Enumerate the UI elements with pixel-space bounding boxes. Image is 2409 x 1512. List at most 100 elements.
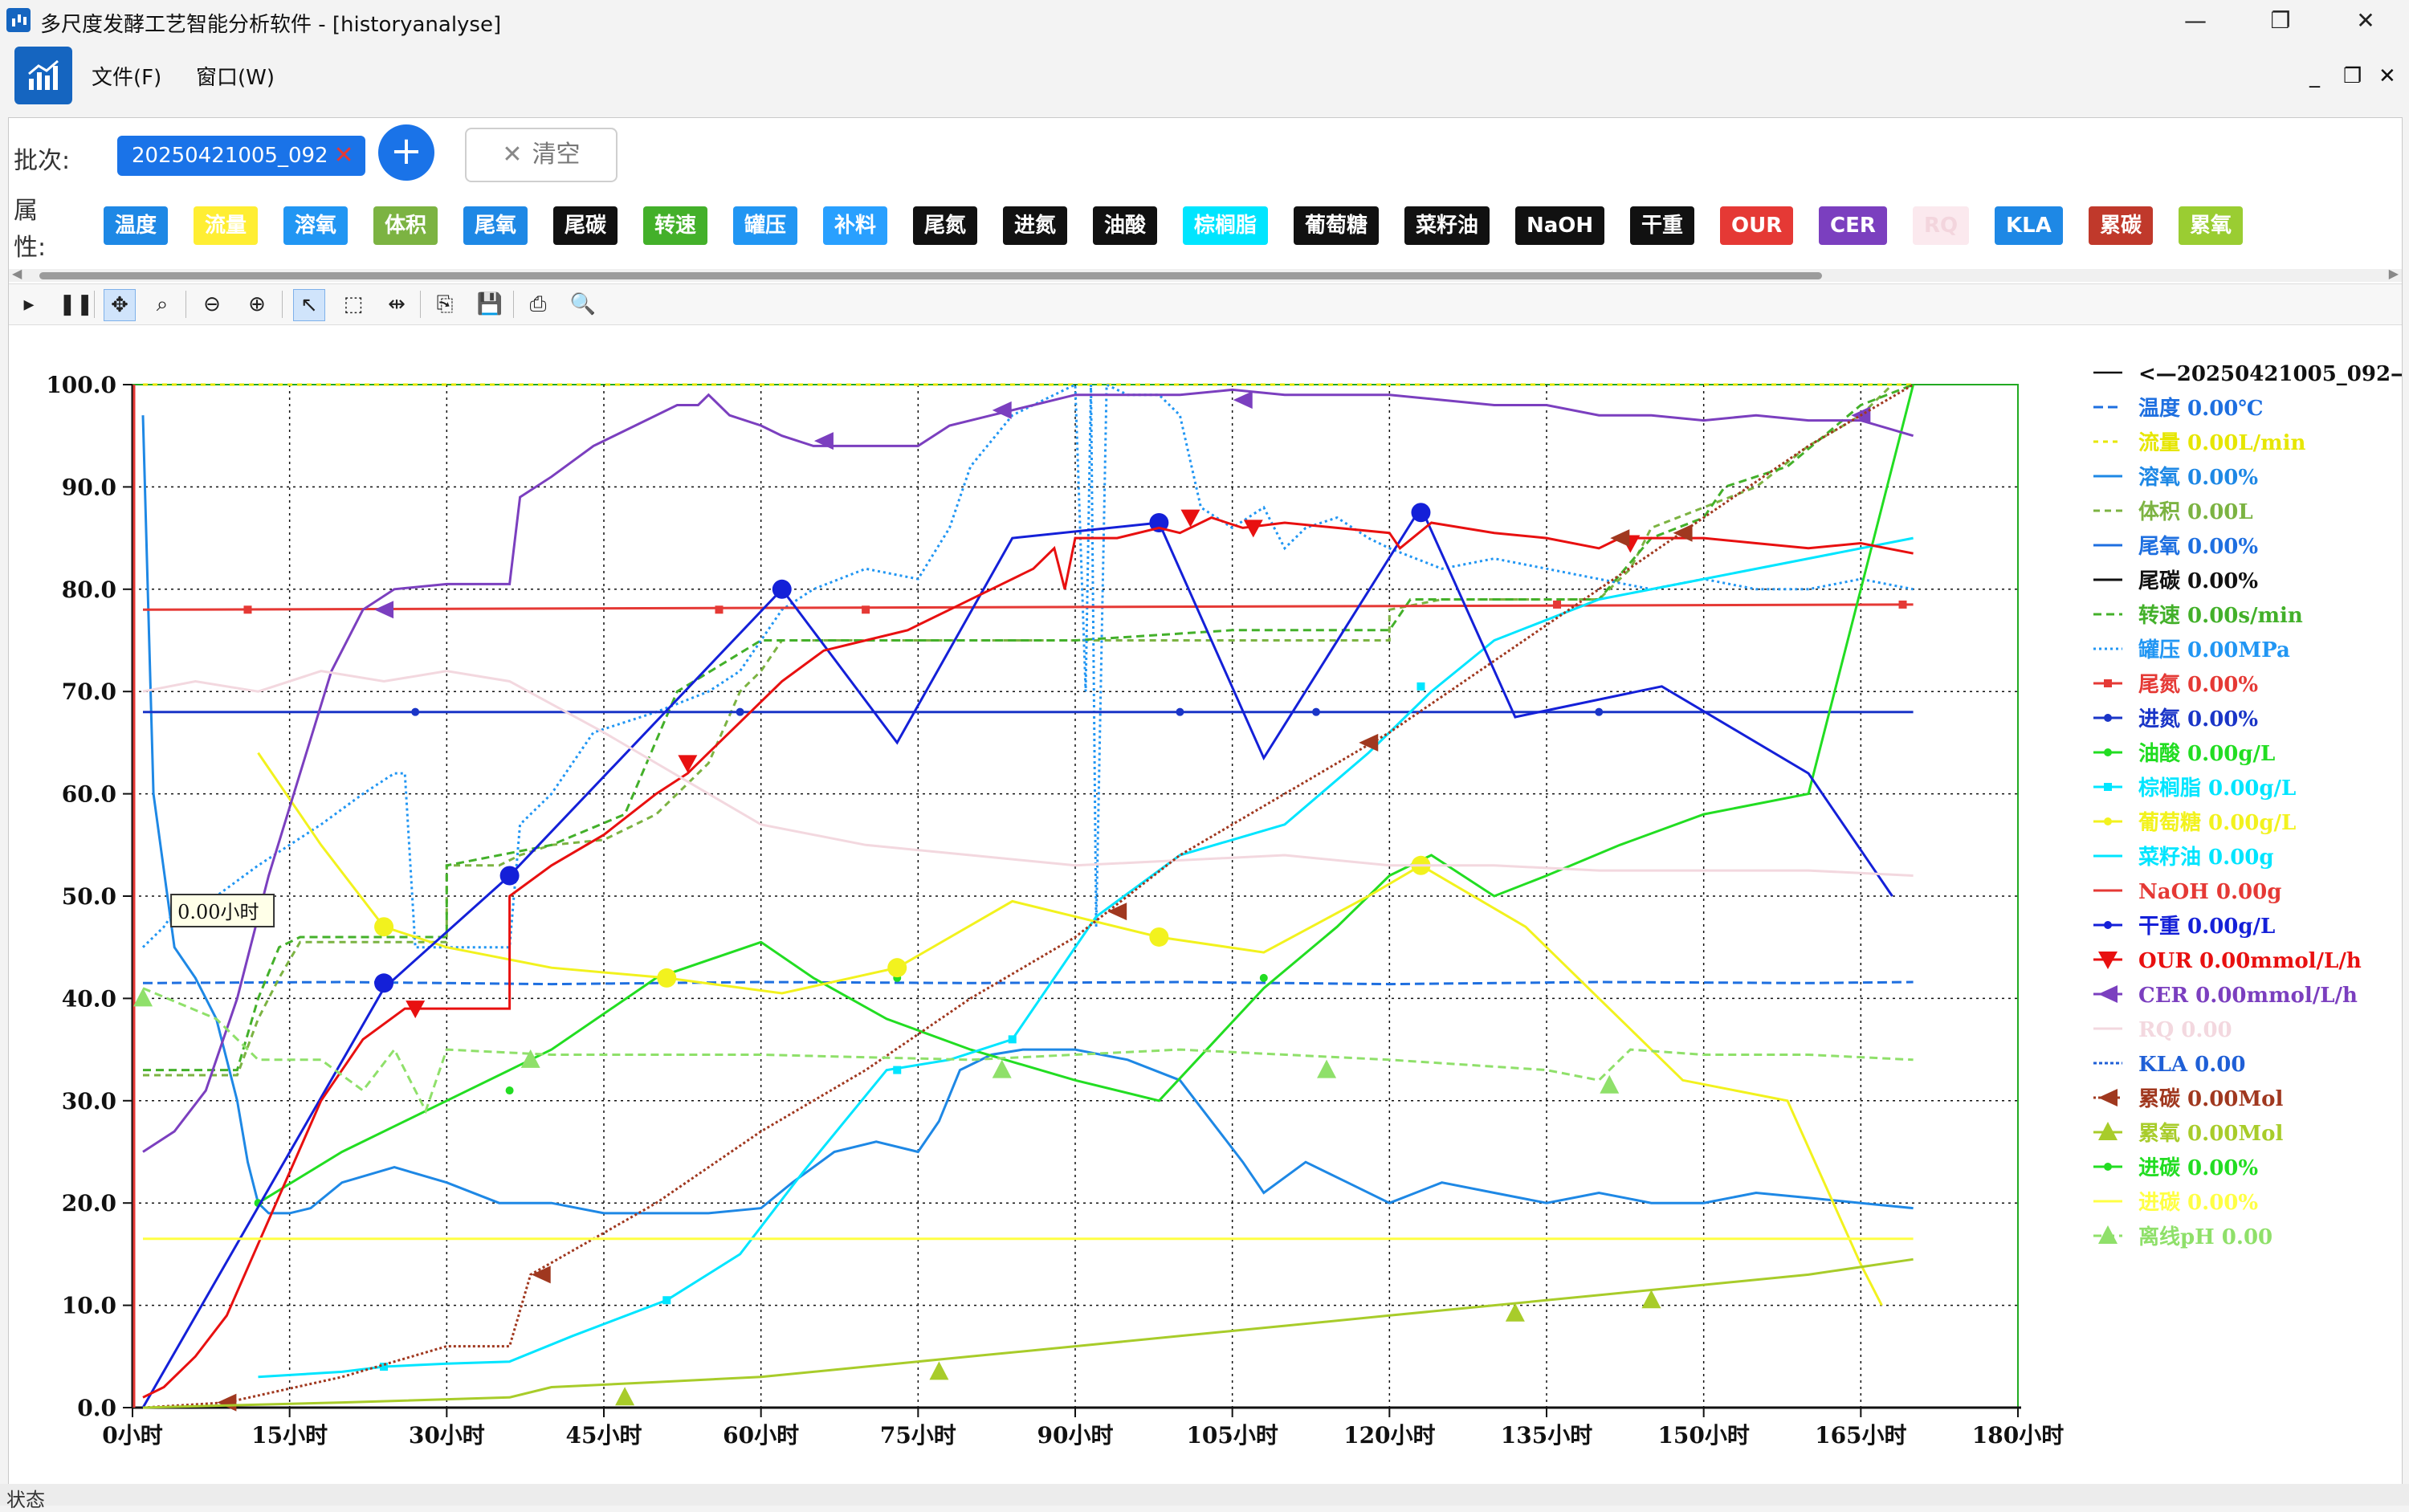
y-tick-label: 40.0: [62, 985, 116, 1012]
pause-icon[interactable]: ❚❚: [59, 289, 94, 320]
attr-chip-0[interactable]: 温度: [104, 206, 169, 245]
series-marker: [505, 1086, 514, 1095]
series-marker: [1416, 682, 1425, 691]
history-chart[interactable]: 0小时 15小时 30小时 45小时 60小时 75小时 90小时 105小时 120小时 135…: [9, 328, 2402, 1477]
attr-chip-20[interactable]: KLA: [1995, 206, 2063, 245]
batch-label: 批次:: [14, 147, 71, 175]
attr-chip-4[interactable]: 尾氧: [463, 206, 528, 245]
x-tick-label: 120小时: [1343, 1422, 1435, 1449]
mdi-close-button[interactable]: ✕: [2378, 64, 2396, 88]
attr-chip-22[interactable]: 累氧: [2179, 206, 2244, 245]
copy-icon[interactable]: ⎘: [430, 289, 460, 320]
mdi-restore-button[interactable]: ❐: [2343, 64, 2362, 88]
attr-chip-10[interactable]: 进氮: [1003, 206, 1068, 245]
y-tick-label: 90.0: [62, 474, 116, 500]
series-marker: [374, 973, 394, 993]
menu-file[interactable]: 文件(F): [92, 61, 161, 91]
series-marker: [1312, 707, 1321, 716]
legend-label: CER 0.00mmol/L/h: [2138, 984, 2358, 1008]
legend-label: KLA 0.00: [2138, 1053, 2245, 1077]
legend-label: 进氮 0.00%: [2138, 707, 2258, 732]
menu-bar: 文件(F) 窗口(W) _ ❐ ✕: [0, 42, 2409, 116]
select-rect-icon[interactable]: ⬚: [338, 289, 369, 320]
attr-chip-6[interactable]: 转速: [643, 206, 708, 245]
legend-label: 进碳 0.00%: [2138, 1156, 2258, 1180]
legend-label: NaOH 0.00g: [2138, 880, 2281, 904]
series-marker: [499, 866, 520, 886]
restore-button[interactable]: ❐: [2256, 5, 2305, 37]
legend-label: 尾氧 0.00%: [2138, 535, 2258, 559]
attr-chip-5[interactable]: 尾碳: [553, 206, 618, 245]
attr-chip-1[interactable]: 流量: [194, 206, 259, 245]
clear-label: 清空: [532, 141, 581, 169]
legend-label: 流量 0.00L/min: [2138, 431, 2306, 455]
series-marker: [2104, 817, 2112, 825]
attr-chip-3[interactable]: 体积: [373, 206, 438, 245]
minimize-button[interactable]: —: [2171, 5, 2219, 37]
x-tick-label: 0小时: [102, 1422, 162, 1449]
series-marker: [2104, 679, 2112, 687]
zoom-out-icon[interactable]: ⊖: [197, 289, 227, 320]
legend-label: 油酸 0.00g/L: [2138, 742, 2275, 766]
y-tick-label: 50.0: [62, 883, 116, 910]
attr-chip-9[interactable]: 尾氮: [913, 206, 978, 245]
scroll-left-icon[interactable]: ◀: [12, 266, 22, 281]
play-icon[interactable]: ▸: [14, 289, 44, 320]
legend-label: 转速 0.00s/min: [2138, 604, 2303, 628]
batch-chip[interactable]: 20250421005_092 ✕: [117, 136, 365, 176]
legend-label: 累碳 0.00Mol: [2138, 1087, 2283, 1111]
save-icon[interactable]: 💾: [475, 289, 505, 320]
series-marker: [1176, 707, 1184, 716]
print-preview-icon[interactable]: 🔍: [568, 289, 598, 320]
attr-chip-12[interactable]: 棕榈脂: [1183, 206, 1269, 245]
series-marker: [772, 579, 792, 599]
attributes-label-1: 属: [14, 197, 38, 225]
attr-chip-15[interactable]: NaOH: [1515, 206, 1605, 245]
attr-chip-7[interactable]: 罐压: [733, 206, 798, 245]
pointer-icon[interactable]: ↖: [293, 289, 325, 321]
x-tick-label: 165小时: [1815, 1422, 1906, 1449]
scroll-thumb[interactable]: [39, 272, 1822, 279]
print-icon[interactable]: ⎙: [523, 289, 553, 320]
y-tick-label: 0.0: [77, 1395, 116, 1421]
series-marker: [2098, 985, 2118, 1003]
series-marker: [2104, 921, 2112, 929]
series-marker: [736, 707, 744, 716]
attr-chip-21[interactable]: 累碳: [2089, 206, 2154, 245]
scroll-right-icon[interactable]: ▶: [2389, 266, 2399, 281]
clear-button[interactable]: ✕ 清空: [465, 128, 618, 182]
chart-logo-icon[interactable]: [14, 47, 72, 104]
history-analyse-panel: 批次: 20250421005_092 ✕ + ✕ 清空 属 性: 温度 流量 溶氧体…: [8, 117, 2403, 1486]
status-text: 状态: [6, 1489, 45, 1511]
status-bar: 状态: [0, 1484, 2409, 1511]
attr-chip-13[interactable]: 葡萄糖: [1294, 206, 1380, 245]
mdi-minimize-button[interactable]: _: [2309, 64, 2320, 88]
attr-chip-2[interactable]: 溶氧: [283, 206, 349, 245]
zoom-in-icon[interactable]: ⊕: [242, 289, 272, 320]
series-marker: [715, 605, 724, 614]
move-icon[interactable]: ✥: [104, 289, 136, 321]
attr-chip-19[interactable]: RQ: [1913, 206, 1970, 245]
attr-chip-18[interactable]: CER: [1819, 206, 1887, 245]
series-marker: [243, 605, 252, 614]
remove-batch-icon[interactable]: ✕: [333, 136, 353, 176]
menu-window[interactable]: 窗口(W): [196, 61, 275, 91]
series-marker: [374, 917, 394, 937]
series-marker: [1595, 707, 1604, 716]
series-marker: [862, 605, 870, 614]
x-tick-label: 45小时: [566, 1422, 642, 1449]
fit-icon[interactable]: ⇹: [381, 289, 412, 320]
legend-label: 温度 0.00℃: [2138, 396, 2264, 421]
attr-chip-8[interactable]: 补料: [823, 206, 888, 245]
add-batch-button[interactable]: +: [378, 124, 434, 181]
attr-chip-11[interactable]: 油酸: [1093, 206, 1158, 245]
zoom-area-icon[interactable]: ⌕: [147, 289, 177, 320]
attr-chip-17[interactable]: OUR: [1720, 206, 1794, 245]
close-button[interactable]: ✕: [2342, 5, 2390, 37]
toolbar-separator: [185, 291, 186, 318]
attribute-scrollbar[interactable]: ◀ ▶: [9, 266, 2402, 282]
series-marker: [2104, 1163, 2112, 1171]
attr-chip-16[interactable]: 干重: [1630, 206, 1695, 245]
attr-chip-14[interactable]: 菜籽油: [1404, 206, 1490, 245]
legend-label: 葡萄糖 0.00g/L: [2138, 810, 2296, 835]
